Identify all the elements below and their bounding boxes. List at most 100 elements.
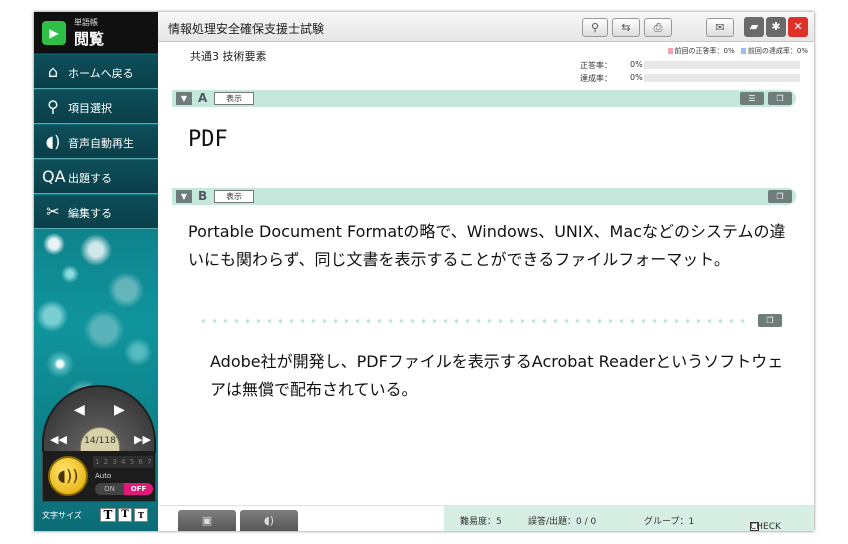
sidebar-item-label: 出題する (68, 172, 112, 185)
sidebar: ▶ 単語帳 閲覧 ⌂ ホームへ戻る ⚲ 項目選択 ◖) 音声自動再生 QA 出題… (34, 12, 158, 531)
sidebar-item-quiz[interactable]: QA 出題する (34, 160, 158, 194)
chevron-down-icon: ▼ (180, 192, 188, 201)
list-icon: ☰ (748, 94, 756, 103)
term-text: PDF (188, 127, 228, 152)
sidebar-item-label: 編集する (68, 207, 112, 220)
difficulty-text: 難易度：5 (460, 517, 502, 527)
note-window-button[interactable]: ❐ (758, 314, 782, 327)
sound-tab-button[interactable]: ◖) (240, 510, 298, 531)
swap-button[interactable]: ⇆ (612, 18, 640, 37)
auto-play-panel: ◖)) 1 2 3 4 5 6 7 Auto ON OFF (42, 452, 156, 502)
next-arrow-icon[interactable]: ▶ (114, 403, 125, 417)
note-text: Adobe社が開発し、PDFファイルを表示するAcrobat Readerという… (210, 352, 784, 399)
section-a-header: ▼ A 表示 ☰ ❐ (172, 90, 796, 107)
folder-icon: ▰ (749, 20, 759, 33)
check-label: CHECK (750, 522, 781, 531)
sidebar-item-label: 項目選択 (68, 102, 112, 115)
mail-button[interactable]: ✉ (706, 18, 734, 37)
speaker-icon: ◖) (263, 514, 275, 527)
sidebar-item-label: ホームへ戻る (68, 67, 134, 80)
folder-button[interactable]: ▰ (744, 17, 764, 37)
toggle-off[interactable]: OFF (124, 483, 153, 495)
section-name: 共通3 技術要素 (190, 50, 267, 63)
print-button[interactable]: ⎙ (644, 18, 672, 37)
definition-text: Portable Document Formatの略で、Windows、UNIX… (188, 222, 786, 269)
speaker-icon: ◖)) (57, 466, 79, 485)
section-b-collapse-button[interactable]: ▼ (176, 190, 192, 203)
speed-scale[interactable]: 1 2 3 4 5 6 7 (93, 456, 153, 468)
legend-swatch-correct (667, 48, 673, 54)
speaker-icon: ◖) (45, 132, 61, 151)
app-window: ▶ 単語帳 閲覧 ⌂ ホームへ戻る ⚲ 項目選択 ◖) 音声自動再生 QA 出題… (34, 12, 814, 531)
search-icon: ⚲ (590, 21, 600, 34)
correct-rate-row: 正答率： 0% (578, 59, 808, 71)
sidebar-item-select[interactable]: ⚲ 項目選択 (34, 90, 158, 124)
auto-label: Auto (95, 472, 112, 480)
window-icon: ❐ (776, 192, 784, 201)
legend-swatch-achieve (740, 48, 746, 54)
achieve-rate-bar (644, 74, 800, 82)
scissors-icon: ✂ (46, 202, 60, 221)
title-bar: 情報処理安全確保支援士試験 ⚲ ⇆ ⎙ ✉ ▰ ✱ ✕ (158, 12, 814, 42)
info-bar: 難易度：5 誤答/出題：0 / 0 グループ：1 CHECK (444, 506, 814, 531)
chevron-down-icon: ▼ (180, 94, 188, 103)
app-logo: ▶ 単語帳 閲覧 (34, 12, 158, 54)
font-size-label: 文字サイズ (42, 511, 82, 520)
gear-icon: ✱ (771, 20, 781, 33)
first-arrow-icon[interactable]: ◀◀ (50, 433, 67, 447)
sidebar-item-autoplay[interactable]: ◖) 音声自動再生 (34, 125, 158, 159)
settings-button[interactable]: ✱ (766, 17, 786, 37)
dotted-divider (198, 319, 750, 323)
section-b-window-button[interactable]: ❐ (768, 190, 792, 203)
navigation-dial: ◀ ▶ ◀◀ ▶▶ 14/118 (42, 385, 156, 453)
sidebar-item-label: 音声自動再生 (68, 137, 134, 150)
legend-prev-correct-value: 0% (723, 47, 735, 55)
quiz-icon: QA (42, 167, 66, 186)
search-button[interactable]: ⚲ (582, 18, 608, 37)
font-size-large-button[interactable]: T (100, 508, 116, 522)
swap-icon: ⇆ (621, 21, 631, 34)
bottom-bar: ▣ ◖) 難易度：5 誤答/出題：0 / 0 グループ：1 CHECK (158, 505, 814, 531)
window-icon: ❐ (776, 94, 784, 103)
sidebar-item-edit[interactable]: ✂ 編集する (34, 195, 158, 229)
close-button[interactable]: ✕ (788, 17, 808, 37)
section-b-header: ▼ B 表示 ❐ (172, 188, 796, 205)
list-view-button[interactable]: ☰ (740, 92, 764, 105)
font-size-selector: 文字サイズ T T T (42, 506, 156, 524)
achieve-rate-row: 達成率： 0% (578, 72, 808, 84)
stats-legend: 前回の正答率：0% 前回の達成率：0% (667, 46, 808, 56)
floppy-icon: ▣ (201, 514, 213, 527)
font-size-medium-button[interactable]: T (118, 508, 132, 522)
group-text: グループ：1 (644, 517, 695, 527)
sidebar-item-home[interactable]: ⌂ ホームへ戻る (34, 55, 158, 89)
section-a-window-button[interactable]: ❐ (768, 92, 792, 105)
correct-rate-bar (644, 61, 800, 69)
page-counter: 14/118 (80, 427, 120, 451)
window-icon: ❐ (766, 316, 774, 325)
achieve-rate-value: 0% (630, 73, 643, 82)
section-a-collapse-button[interactable]: ▼ (176, 92, 192, 105)
flashcard-icon: ▶ (42, 21, 66, 45)
stats-panel: 前回の正答率：0% 前回の達成率：0% 正答率： 0% 達成率： 0% (578, 46, 808, 86)
app-title: 情報処理安全確保支援士試験 (168, 22, 325, 36)
save-tab-button[interactable]: ▣ (178, 510, 236, 531)
last-arrow-icon[interactable]: ▶▶ (134, 433, 151, 447)
section-b-letter: B (198, 189, 208, 203)
section-a-show-button[interactable]: 表示 (214, 92, 254, 105)
achieve-rate-label: 達成率： (580, 74, 612, 83)
logo-subtitle: 単語帳 (74, 18, 98, 27)
font-size-small-button[interactable]: T (134, 508, 148, 522)
correct-rate-value: 0% (630, 60, 643, 69)
section-a-letter: A (198, 91, 208, 105)
correct-rate-label: 正答率： (580, 61, 612, 70)
auto-speaker-button[interactable]: ◖)) (48, 456, 88, 496)
legend-prev-achieve-value: 0% (796, 47, 808, 55)
toggle-on[interactable]: ON (95, 483, 124, 495)
section-b-show-button[interactable]: 表示 (214, 190, 254, 203)
auto-toggle[interactable]: ON OFF (95, 483, 153, 495)
mail-icon: ✉ (715, 21, 725, 34)
legend-prev-correct: 前回の正答率： (674, 47, 724, 55)
prev-arrow-icon[interactable]: ◀ (74, 403, 85, 417)
close-icon: ✕ (793, 20, 803, 33)
logo-title: 閲覧 (74, 30, 105, 48)
